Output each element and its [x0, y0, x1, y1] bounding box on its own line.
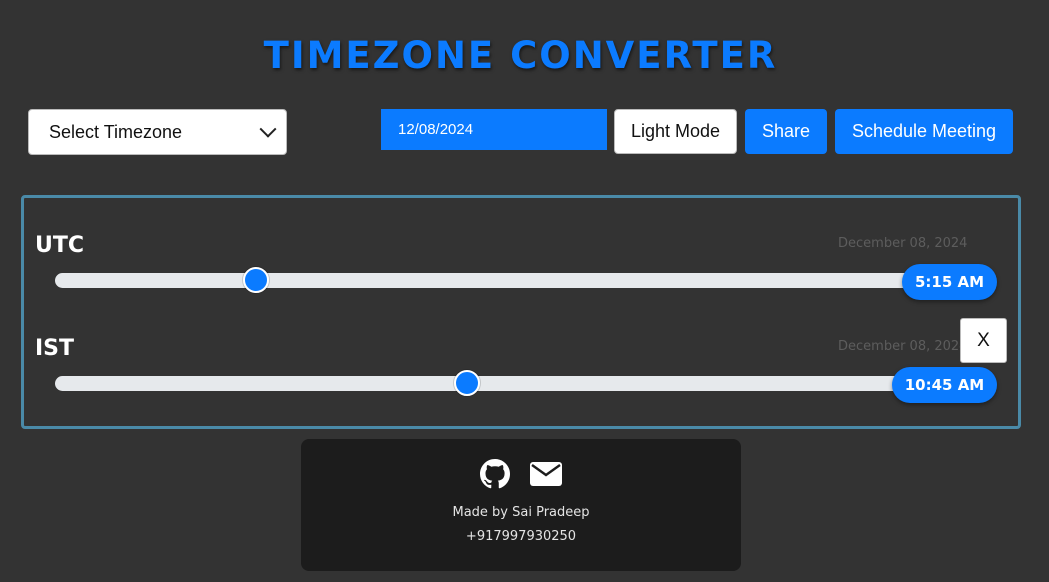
timezone-date-ist: December 08, 2024	[838, 339, 968, 354]
page-title: TIMEZONE CONVERTER	[263, 34, 778, 77]
mail-icon[interactable]	[530, 459, 562, 493]
github-icon[interactable]	[480, 459, 510, 493]
time-slider-utc[interactable]	[55, 273, 970, 288]
remove-timezone-button[interactable]: X	[960, 318, 1007, 363]
footer: Made by Sai Pradeep +917997930250	[301, 439, 741, 571]
timezone-panel	[21, 195, 1021, 429]
timezone-date-utc: December 08, 2024	[838, 236, 968, 251]
timezone-label-ist: IST	[35, 336, 75, 361]
timezone-select[interactable]: Select Timezone	[28, 109, 287, 155]
light-mode-button[interactable]: Light Mode	[614, 109, 737, 154]
schedule-meeting-button[interactable]: Schedule Meeting	[835, 109, 1013, 154]
time-slider-ist[interactable]	[55, 376, 970, 391]
chevron-down-icon	[259, 120, 277, 138]
timezone-select-value: Select Timezone	[49, 121, 183, 142]
footer-credit: Made by Sai Pradeep	[452, 505, 590, 520]
time-badge-ist: 10:45 AM	[892, 367, 997, 403]
time-badge-utc: 5:15 AM	[902, 264, 997, 300]
share-button[interactable]: Share	[745, 109, 827, 154]
timezone-label-utc: UTC	[35, 233, 85, 258]
slider-thumb-ist[interactable]	[453, 370, 480, 396]
date-input[interactable]: 12/08/2024	[381, 109, 607, 150]
footer-phone: +917997930250	[465, 529, 577, 544]
